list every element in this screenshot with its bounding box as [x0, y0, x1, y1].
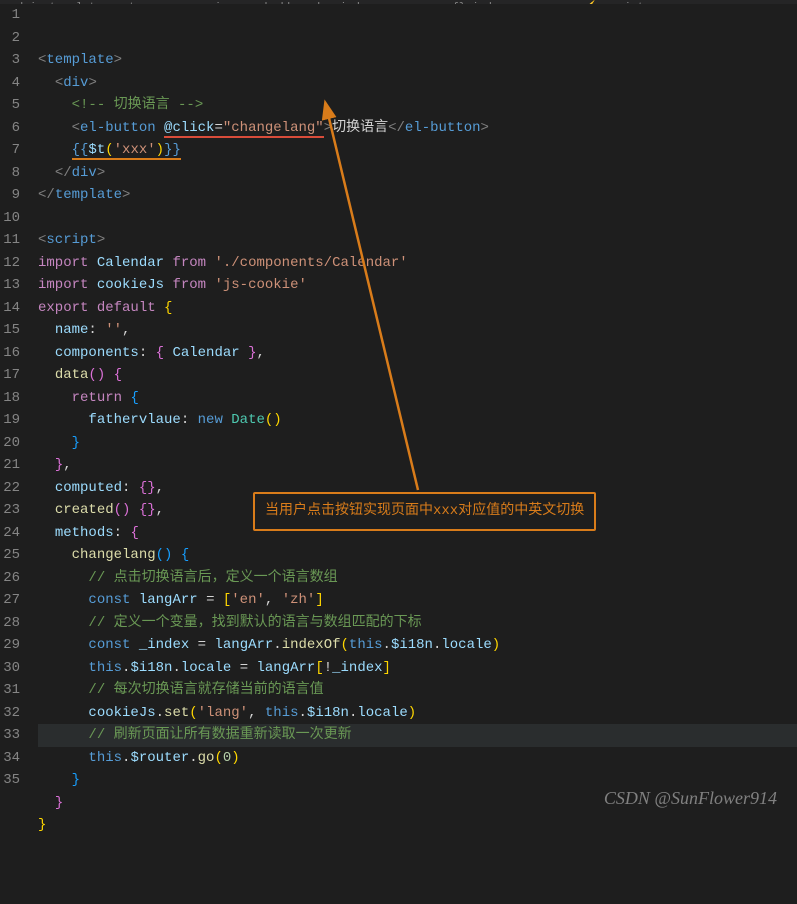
line-number: 18	[0, 387, 20, 410]
code-line[interactable]: // 定义一个变量，找到默认的语言与数组匹配的下标	[38, 612, 797, 635]
code-line[interactable]: const langArr = ['en', 'zh']	[38, 589, 797, 612]
line-number: 7	[0, 139, 20, 162]
code-line[interactable]: changelang() {	[38, 544, 797, 567]
line-number: 25	[0, 544, 20, 567]
line-number: 23	[0, 499, 20, 522]
line-number: 20	[0, 432, 20, 455]
line-number: 10	[0, 207, 20, 230]
code-editor[interactable]: 1234567891011121314151617181920212223242…	[0, 4, 797, 819]
line-number: 3	[0, 49, 20, 72]
watermark: CSDN @SunFlower914	[604, 788, 777, 809]
code-line[interactable]: <script>	[38, 229, 797, 252]
code-line[interactable]: },	[38, 454, 797, 477]
line-number: 4	[0, 72, 20, 95]
annotation-callout: 当用户点击按钮实现页面中xxx对应值的中英文切换	[253, 492, 596, 531]
code-line[interactable]: import cookieJs from 'js-cookie'	[38, 274, 797, 297]
line-number: 31	[0, 679, 20, 702]
line-number: 32	[0, 702, 20, 725]
code-line[interactable]: const _index = langArr.indexOf(this.$i18…	[38, 634, 797, 657]
line-number: 8	[0, 162, 20, 185]
line-number: 13	[0, 274, 20, 297]
line-number: 29	[0, 634, 20, 657]
code-line[interactable]: </div>	[38, 162, 797, 185]
line-number: 24	[0, 522, 20, 545]
code-area[interactable]: <template> <div> <!-- 切换语言 --> <el-butto…	[28, 4, 797, 819]
line-number: 16	[0, 342, 20, 365]
code-line[interactable]: <div>	[38, 72, 797, 95]
line-number: 34	[0, 747, 20, 770]
code-line[interactable]: return {	[38, 387, 797, 410]
line-number: 2	[0, 27, 20, 50]
code-line[interactable]: <template>	[38, 49, 797, 72]
line-number: 14	[0, 297, 20, 320]
line-number-gutter: 1234567891011121314151617181920212223242…	[0, 4, 28, 819]
code-line[interactable]: data() {	[38, 364, 797, 387]
code-line[interactable]: fathervlaue: new Date()	[38, 409, 797, 432]
code-line[interactable]: <!-- 切换语言 -->	[38, 94, 797, 117]
code-line[interactable]: // 每次切换语言就存储当前的语言值	[38, 679, 797, 702]
line-number: 28	[0, 612, 20, 635]
line-number: 26	[0, 567, 20, 590]
code-line[interactable]: // 刷新页面让所有数据重新读取一次更新	[38, 724, 797, 747]
code-line[interactable]: components: { Calendar },	[38, 342, 797, 365]
code-line[interactable]: // 点击切换语言后，定义一个语言数组	[38, 567, 797, 590]
code-line[interactable]: </template>	[38, 184, 797, 207]
code-line[interactable]: }	[38, 432, 797, 455]
code-line[interactable]: }	[38, 814, 797, 837]
line-number: 12	[0, 252, 20, 275]
line-number: 21	[0, 454, 20, 477]
code-line[interactable]: {{$t('xxx')}}	[38, 139, 797, 162]
code-line[interactable]: cookieJs.set('lang', this.$i18n.locale)	[38, 702, 797, 725]
code-line[interactable]: this.$i18n.locale = langArr[!_index]	[38, 657, 797, 680]
line-number: 27	[0, 589, 20, 612]
code-line[interactable]: export default {	[38, 297, 797, 320]
line-number: 11	[0, 229, 20, 252]
line-number: 6	[0, 117, 20, 140]
line-number: 15	[0, 319, 20, 342]
line-number: 35	[0, 769, 20, 792]
code-line[interactable]	[38, 207, 797, 230]
line-number: 30	[0, 657, 20, 680]
code-line[interactable]: <el-button @click="changelang">切换语言</el-…	[38, 117, 797, 140]
line-number: 19	[0, 409, 20, 432]
code-line[interactable]: this.$router.go(0)	[38, 747, 797, 770]
line-number: 5	[0, 94, 20, 117]
line-number: 22	[0, 477, 20, 500]
code-line[interactable]: name: '',	[38, 319, 797, 342]
line-number: 17	[0, 364, 20, 387]
line-number: 9	[0, 184, 20, 207]
code-line[interactable]: import Calendar from './components/Calen…	[38, 252, 797, 275]
line-number: 33	[0, 724, 20, 747]
line-number: 1	[0, 4, 20, 27]
